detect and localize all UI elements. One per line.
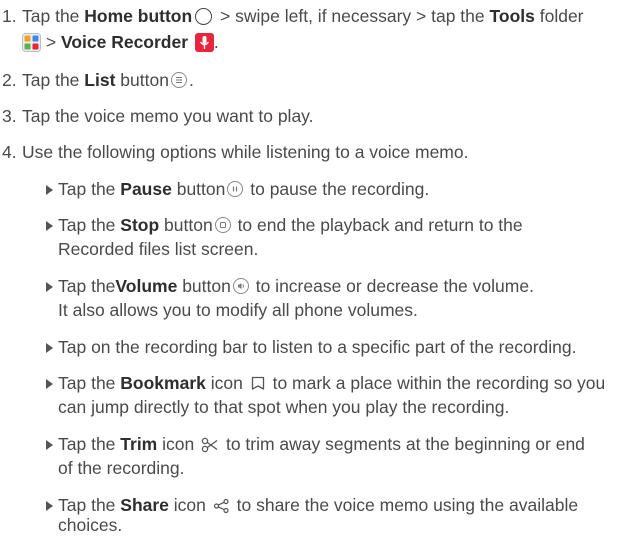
stop-icon [214,217,231,233]
bullet-icon [46,440,53,450]
list-button-label: List [84,70,116,90]
bullet-icon [46,501,53,511]
home-circle-icon [195,8,213,25]
volume-icon [232,278,249,294]
bullet-icon [46,282,53,292]
voice-recorder-label: Voice Recorder [60,32,189,52]
list-icon [170,72,187,88]
home-button-label: Home button [84,6,193,26]
tools-folder-label: Tools [489,6,535,26]
share-icon [213,498,229,514]
bullet-icon [46,343,53,353]
bullet-icon [46,185,53,195]
scissors-icon [201,437,218,453]
bullet-icon [46,221,53,231]
bookmark-icon [251,376,264,390]
tools-folder-icon [22,33,41,52]
bullet-icon [46,379,53,389]
voice-recorder-mic-icon [194,33,214,52]
pause-icon [227,181,244,197]
